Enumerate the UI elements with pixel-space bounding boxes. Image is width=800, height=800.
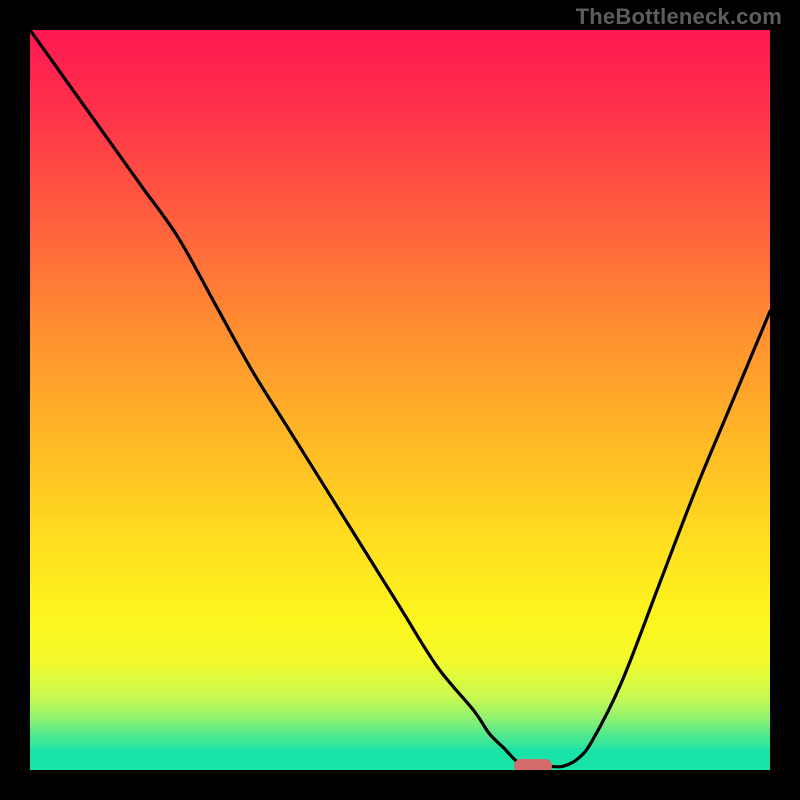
plot-area: [30, 30, 770, 770]
chart-frame: TheBottleneck.com: [0, 0, 800, 800]
bottleneck-curve-path: [30, 30, 770, 767]
watermark-text: TheBottleneck.com: [576, 4, 782, 30]
optimal-point-marker: [514, 759, 552, 770]
bottleneck-curve: [30, 30, 770, 770]
